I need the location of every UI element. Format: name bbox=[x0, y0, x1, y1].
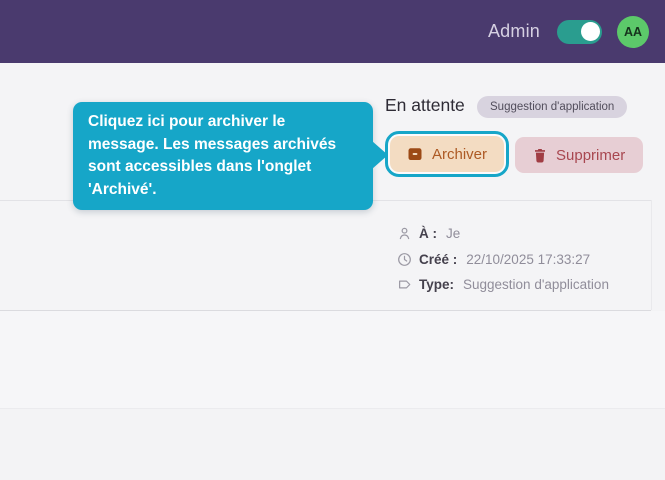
meta-label: À : bbox=[419, 226, 437, 242]
message-metadata: À : Je Créé : 22/10/2025 17:33:27 Type: … bbox=[397, 221, 609, 298]
archive-button-highlight-ring: Archiver bbox=[385, 131, 510, 177]
avatar-initials: AA bbox=[623, 24, 643, 39]
meta-label: Type: bbox=[419, 277, 455, 293]
delete-button-label: Supprimer bbox=[556, 146, 626, 164]
admin-mode-label: Admin bbox=[487, 21, 540, 41]
message-status: En attente bbox=[385, 95, 465, 115]
delete-button[interactable]: Supprimer bbox=[515, 137, 644, 173]
content-section-light bbox=[0, 311, 665, 408]
panel-right-edge bbox=[651, 200, 652, 310]
archive-icon bbox=[408, 148, 422, 160]
meta-value: 22/10/2025 17:33:27 bbox=[466, 251, 591, 267]
clock-icon bbox=[398, 252, 411, 266]
meta-value: Suggestion d'application bbox=[463, 277, 609, 293]
app-header: Admin AA bbox=[0, 0, 665, 63]
archive-help-tooltip: Cliquez ici pour archiver le message. Le… bbox=[73, 102, 388, 210]
divider-bottom bbox=[0, 408, 665, 409]
meta-row-created: Créé : 22/10/2025 17:33:27 bbox=[397, 247, 609, 273]
trash-icon bbox=[535, 148, 545, 162]
meta-value: Je bbox=[446, 226, 461, 242]
message-detail-screen: Admin AA Cliquez ici pour archiver le me… bbox=[0, 0, 665, 480]
content-section-bottom bbox=[0, 409, 665, 480]
archive-button-label: Archiver bbox=[432, 145, 488, 163]
tag-icon bbox=[399, 280, 411, 289]
meta-row-recipient: À : Je bbox=[397, 221, 609, 247]
meta-label: Créé : bbox=[419, 251, 458, 267]
meta-row-type: Type: Suggestion d'application bbox=[397, 272, 609, 298]
divider-middle bbox=[0, 310, 651, 311]
admin-mode-toggle[interactable] bbox=[557, 19, 602, 44]
message-type-badge: Suggestion d'application bbox=[477, 96, 628, 118]
avatar[interactable]: AA bbox=[617, 15, 649, 48]
tooltip-arrow bbox=[372, 141, 388, 169]
archive-button[interactable]: Archiver bbox=[390, 136, 505, 172]
toggle-knob bbox=[580, 22, 600, 41]
tooltip-text: Cliquez ici pour archiver le message. Le… bbox=[88, 113, 337, 198]
person-icon bbox=[399, 227, 410, 240]
